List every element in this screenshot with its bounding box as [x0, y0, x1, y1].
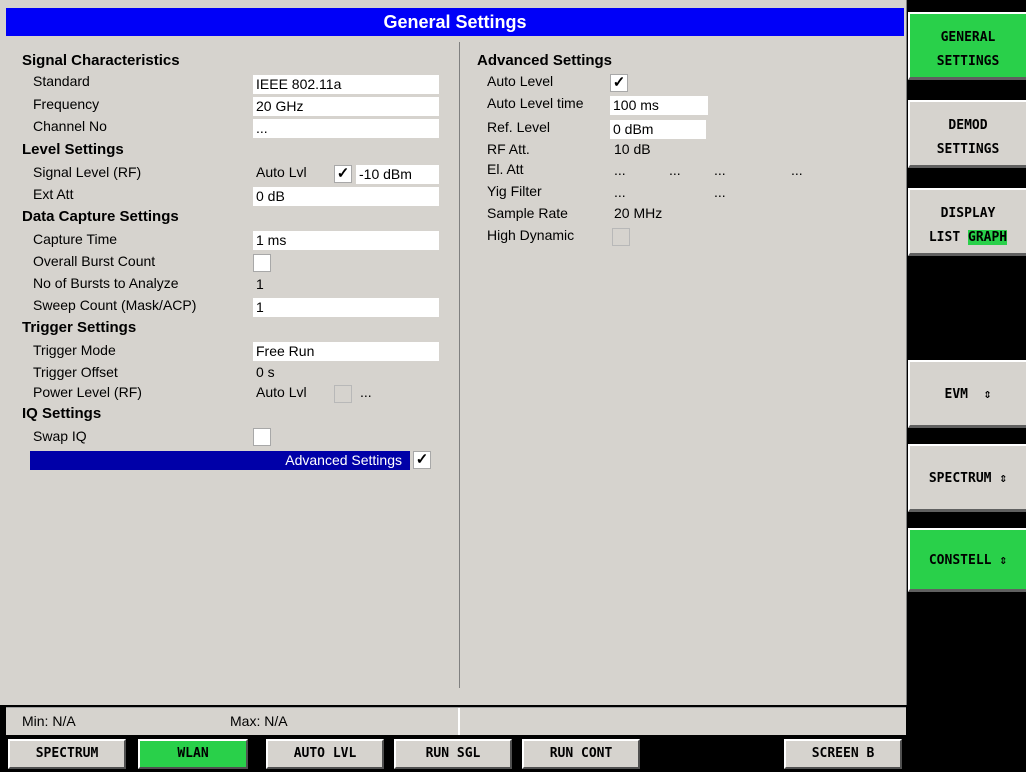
rf-att-value: 10 dB [614, 141, 651, 157]
softkey-spectrum-arrow-icon: ⇕ [999, 471, 1008, 486]
softkey-demod-settings-line1: DEMOD [948, 118, 988, 133]
advanced-settings-row[interactable]: Advanced Settings [30, 451, 410, 470]
softkey-constell-line1: CONSTELL ⇕ [910, 553, 1026, 568]
power-level-value: ... [360, 384, 372, 400]
ref-level-field[interactable]: 0 dBm [610, 120, 706, 139]
power-level-auto-checkbox [334, 385, 352, 403]
trigger-offset-value: 0 s [256, 364, 275, 380]
advanced-settings-checkbox[interactable]: ✓ [413, 451, 431, 469]
softkey-general-settings-line2: SETTINGS [936, 54, 1000, 69]
signal-level-field[interactable]: -10 dBm [356, 165, 439, 184]
softkey-general-settings[interactable]: GENERAL SETTINGS [908, 12, 1026, 80]
high-dynamic-label: High Dynamic [487, 227, 575, 243]
frequency-label: Frequency [33, 96, 100, 112]
status-bar: Min: N/A Max: N/A [6, 707, 906, 735]
trigger-offset-label: Trigger Offset [33, 364, 118, 380]
softkey-spectrum[interactable]: SPECTRUM ⇕ [908, 444, 1026, 512]
channel-field[interactable]: ... [253, 119, 439, 138]
softkey-demod-settings[interactable]: DEMOD SETTINGS [908, 100, 1026, 168]
softkey-evm-line1: EVM ⇕ [910, 387, 1026, 402]
advanced-settings-row-label: Advanced Settings [285, 452, 402, 468]
sample-rate-value: 20 MHz [614, 205, 663, 221]
swap-iq-checkbox[interactable] [253, 428, 271, 446]
softkey-evm-label: EVM [944, 387, 968, 402]
hotkey-auto-lvl[interactable]: AUTO LVL [266, 739, 384, 769]
yig-filter-value-1: ... [614, 184, 626, 200]
signal-characteristics-header: Signal Characteristics [22, 52, 180, 69]
el-att-label: El. Att [487, 161, 524, 177]
el-att-value-3: ... [714, 162, 726, 178]
bursts-analyze-label: No of Bursts to Analyze [33, 275, 179, 291]
el-att-value-1: ... [614, 162, 626, 178]
column-divider [459, 42, 460, 688]
auto-level-time-label: Auto Level time [487, 95, 584, 111]
softkey-constell-label: CONSTELL [928, 553, 992, 568]
softkey-constell[interactable]: CONSTELL ⇕ [908, 528, 1026, 592]
softkey-evm-arrow-icon: ⇕ [983, 387, 992, 402]
rf-att-label: RF Att. [487, 141, 530, 157]
iq-settings-header: IQ Settings [22, 405, 102, 422]
power-level-auto-label: Auto Lvl [256, 384, 307, 400]
softkey-evm[interactable]: EVM ⇕ [908, 360, 1026, 428]
hotkey-screen-b[interactable]: SCREEN B [784, 739, 902, 769]
data-capture-header: Data Capture Settings [22, 208, 179, 225]
hotkey-run-sgl[interactable]: RUN SGL [394, 739, 512, 769]
softkey-display-list-graph[interactable]: DISPLAY LIST GRAPH [908, 188, 1026, 256]
sweep-count-label: Sweep Count (Mask/ACP) [33, 297, 197, 313]
settings-dialog: General Settings Signal Characteristics … [0, 0, 907, 705]
softkey-general-settings-line1: GENERAL [940, 30, 996, 45]
power-level-label: Power Level (RF) [33, 384, 142, 400]
trigger-settings-header: Trigger Settings [22, 319, 137, 336]
channel-label: Channel No [33, 118, 107, 134]
el-att-value-4: ... [791, 162, 803, 178]
sweep-count-field[interactable]: 1 [253, 298, 439, 317]
high-dynamic-checkbox [612, 228, 630, 246]
bursts-analyze-value: 1 [256, 276, 264, 292]
sample-rate-label: Sample Rate [487, 205, 568, 221]
yig-filter-label: Yig Filter [487, 183, 542, 199]
ext-att-label: Ext Att [33, 186, 74, 202]
softkey-display-line1: DISPLAY [940, 206, 996, 221]
yig-filter-value-2: ... [714, 184, 726, 200]
status-separator [458, 708, 460, 735]
softkey-spectrum-line1: SPECTRUM ⇕ [910, 471, 1026, 486]
auto-level-time-field[interactable]: 100 ms [610, 96, 708, 115]
el-att-value-2: ... [669, 162, 681, 178]
standard-field[interactable]: IEEE 802.11a [253, 75, 439, 94]
softkey-constell-arrow-icon: ⇕ [999, 553, 1008, 568]
trigger-mode-label: Trigger Mode [33, 342, 116, 358]
standard-label: Standard [33, 73, 90, 89]
signal-level-label: Signal Level (RF) [33, 164, 142, 180]
hotkey-run-cont[interactable]: RUN CONT [522, 739, 640, 769]
auto-level-label: Auto Level [487, 73, 554, 89]
ref-level-label: Ref. Level [487, 119, 551, 135]
frequency-field[interactable]: 20 GHz [253, 97, 439, 116]
dialog-title: General Settings [6, 8, 904, 36]
swap-iq-label: Swap IQ [33, 428, 87, 444]
status-min: Min: N/A [22, 713, 76, 729]
softkey-demod-settings-line2: SETTINGS [936, 142, 1000, 157]
hotkey-spectrum[interactable]: SPECTRUM [8, 739, 126, 769]
capture-time-label: Capture Time [33, 231, 118, 247]
signal-level-auto-checkbox[interactable]: ✓ [334, 165, 352, 183]
overall-burst-checkbox[interactable] [253, 254, 271, 272]
overall-burst-label: Overall Burst Count [33, 253, 156, 269]
advanced-settings-header: Advanced Settings [477, 52, 613, 69]
status-max: Max: N/A [230, 713, 288, 729]
auto-level-checkbox[interactable]: ✓ [610, 74, 628, 92]
hotkey-wlan[interactable]: WLAN [138, 739, 248, 769]
softkey-display-graph: GRAPH [968, 230, 1008, 245]
level-settings-header: Level Settings [22, 141, 124, 158]
softkey-display-line2: LIST GRAPH [910, 230, 1026, 245]
capture-time-field[interactable]: 1 ms [253, 231, 439, 250]
signal-level-auto-label: Auto Lvl [256, 164, 307, 180]
softkey-display-list: LIST [928, 230, 961, 245]
softkey-spectrum-label: SPECTRUM [928, 471, 992, 486]
trigger-mode-field[interactable]: Free Run [253, 342, 439, 361]
ext-att-field[interactable]: 0 dB [253, 187, 439, 206]
